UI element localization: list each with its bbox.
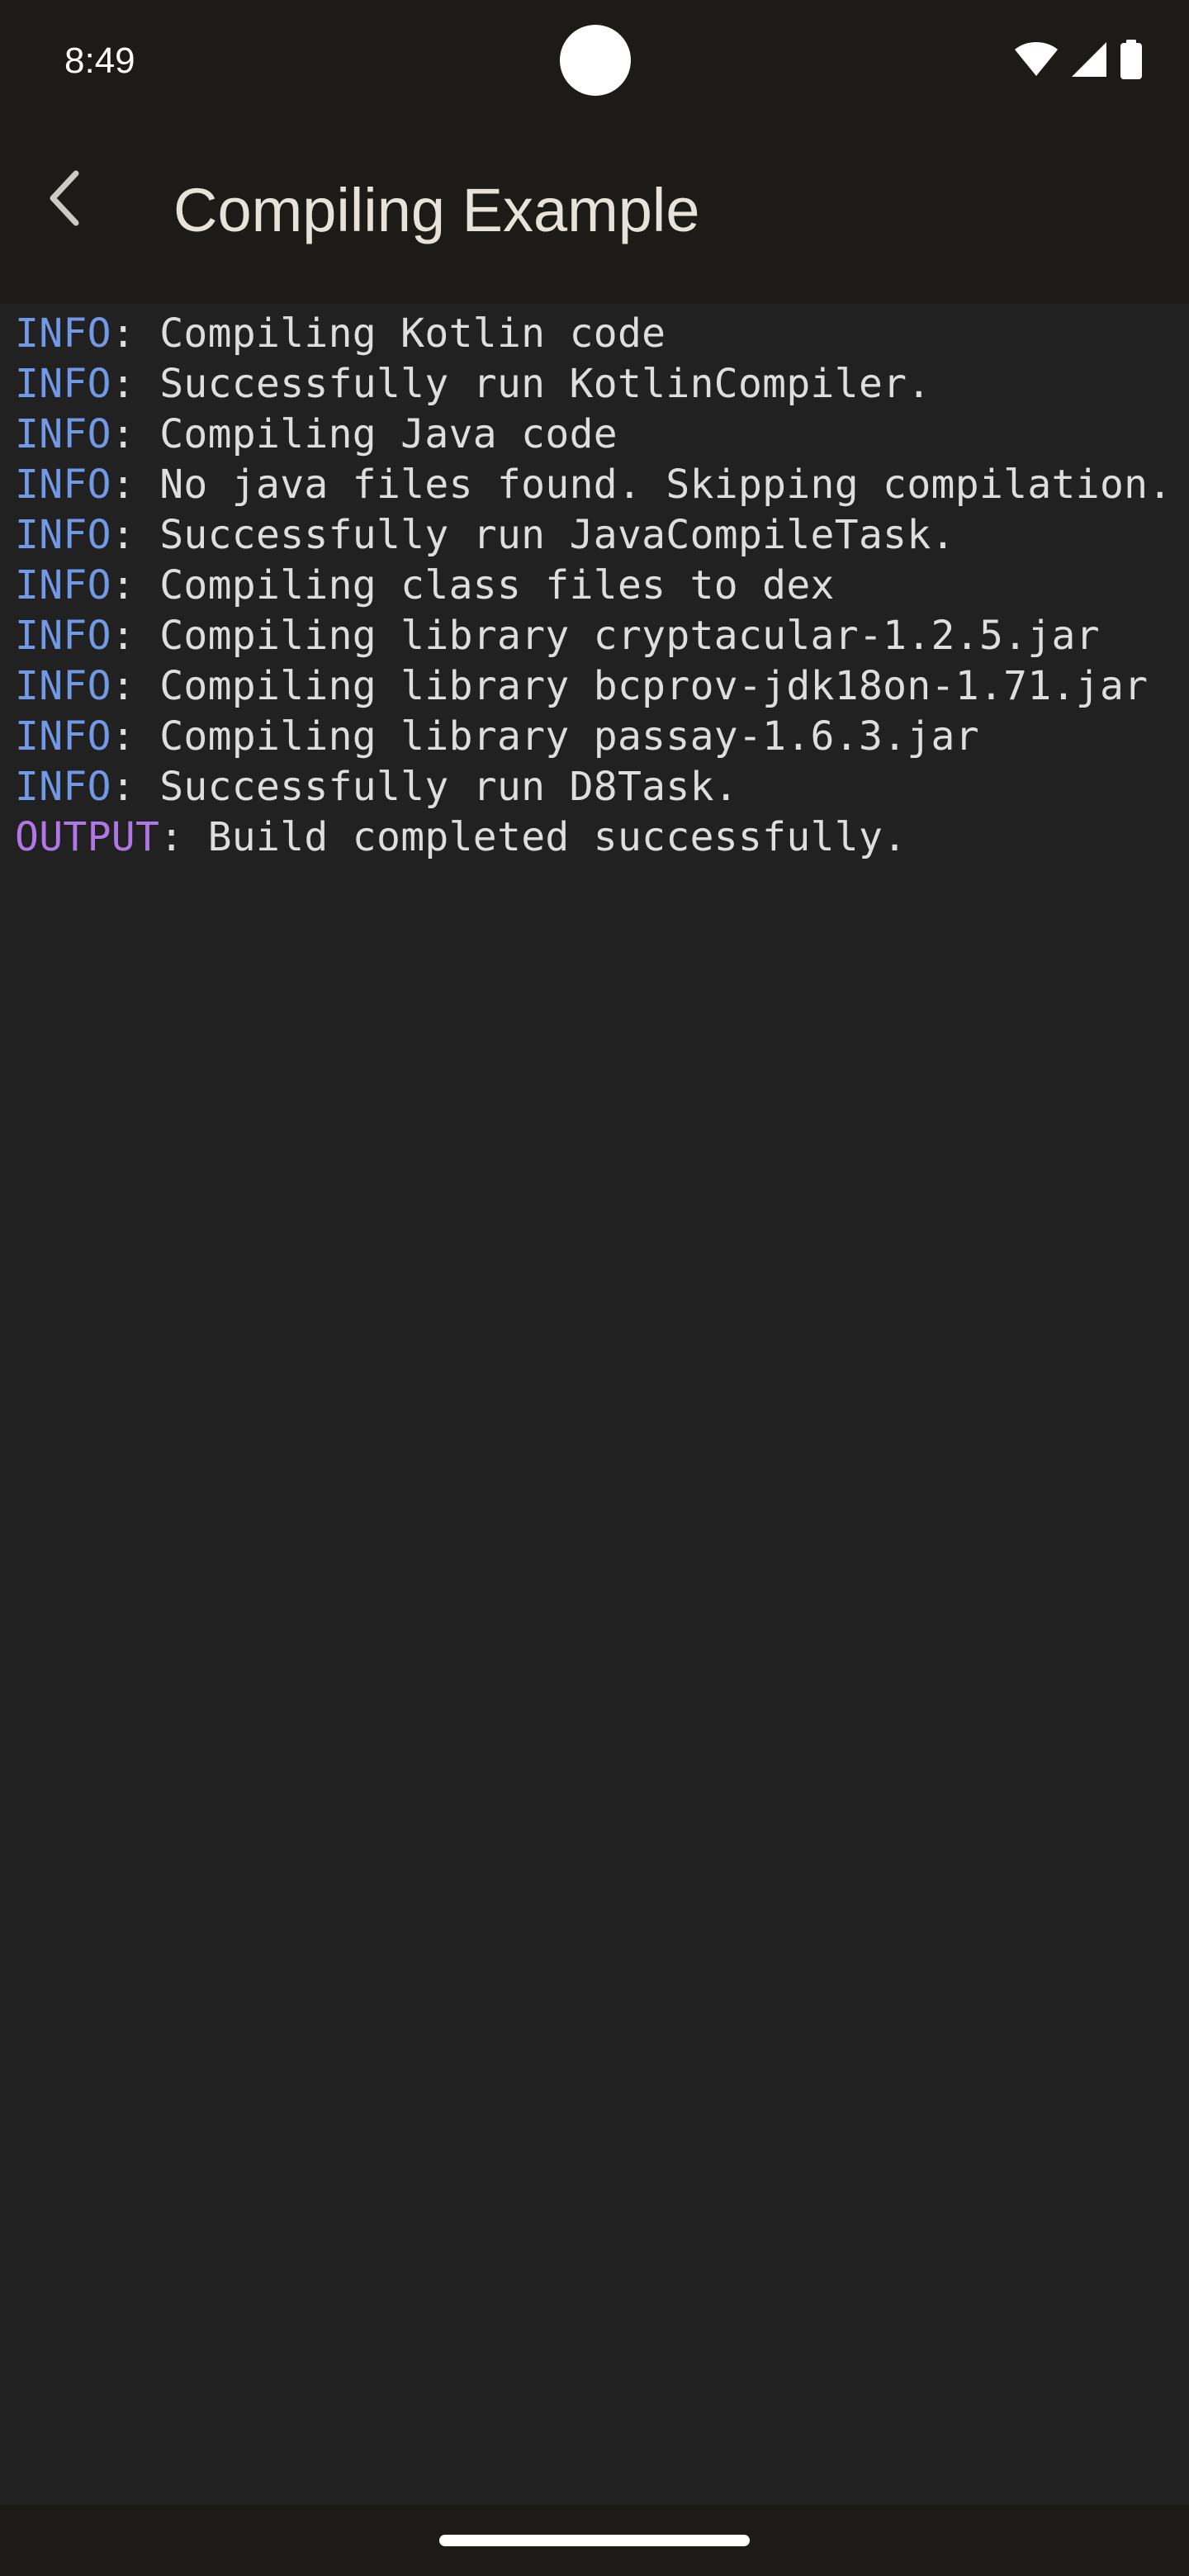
- log-level-label: OUTPUT: [15, 814, 160, 860]
- status-bar: 8:49: [0, 0, 1189, 124]
- log-level-label: INFO: [15, 512, 111, 558]
- log-line: INFO: Compiling Java code: [15, 410, 1172, 460]
- camera-cutout: [560, 25, 631, 96]
- log-line: INFO: Compiling class files to dex: [15, 561, 1172, 611]
- log-message: Compiling Java code: [159, 411, 618, 457]
- app-bar: Compiling Example: [0, 124, 1189, 304]
- log-message: Compiling library bcprov-jdk18on-1.71.ja…: [159, 663, 1149, 709]
- log-separator: :: [111, 713, 160, 760]
- log-separator: :: [111, 512, 160, 558]
- console-output[interactable]: INFO: Compiling Kotlin code INFO: Success…: [0, 304, 1189, 2505]
- page-title: Compiling Example: [173, 176, 700, 244]
- log-message: Compiling class files to dex: [159, 562, 835, 608]
- wifi-icon: [1014, 41, 1059, 78]
- log-level-label: INFO: [15, 764, 111, 810]
- log-message: Successfully run D8Task.: [159, 764, 738, 810]
- log-level-label: INFO: [15, 663, 111, 709]
- log-separator: :: [111, 310, 160, 357]
- log-message: Build completed successfully.: [207, 814, 907, 860]
- log-level-label: INFO: [15, 361, 111, 407]
- log-line: OUTPUT: Build completed successfully.: [15, 812, 1172, 863]
- arrow-back-icon: [45, 168, 84, 231]
- log-separator: :: [111, 361, 160, 407]
- log-message: Compiling library passay-1.6.3.jar: [159, 713, 979, 760]
- log-line: INFO: Successfully run KotlinCompiler.: [15, 359, 1172, 410]
- log-level-label: INFO: [15, 713, 111, 760]
- log-separator: :: [111, 613, 160, 659]
- log-separator: :: [111, 411, 160, 457]
- log-level-label: INFO: [15, 411, 111, 457]
- log-separator: :: [111, 562, 160, 608]
- log-separator: :: [111, 663, 160, 709]
- log-level-label: INFO: [15, 613, 111, 659]
- log-message: Successfully run KotlinCompiler.: [159, 361, 931, 407]
- log-line: INFO: Compiling library cryptacular-1.2.…: [15, 611, 1172, 661]
- log-separator: :: [159, 814, 208, 860]
- home-indicator[interactable]: [439, 2535, 750, 2546]
- log-list: INFO: Compiling Kotlin code INFO: Success…: [15, 309, 1172, 863]
- back-button[interactable]: [30, 165, 99, 234]
- log-level-label: INFO: [15, 462, 111, 508]
- log-separator: :: [111, 462, 160, 508]
- log-message: Successfully run JavaCompileTask.: [159, 512, 955, 558]
- log-level-label: INFO: [15, 310, 111, 357]
- log-line: INFO: No java files found. Skipping comp…: [15, 460, 1172, 510]
- log-line: INFO: Compiling library passay-1.6.3.jar: [15, 712, 1172, 762]
- gesture-nav-area: [0, 2505, 1189, 2576]
- log-line: INFO: Successfully run JavaCompileTask.: [15, 510, 1172, 561]
- phone-screen: 8:49 Compiling Example INFO: Compiling K…: [0, 0, 1189, 2576]
- log-line: INFO: Compiling library bcprov-jdk18on-1…: [15, 661, 1172, 712]
- signal-icon: [1070, 41, 1108, 78]
- log-separator: :: [111, 764, 160, 810]
- log-level-label: INFO: [15, 562, 111, 608]
- log-line: INFO: Successfully run D8Task.: [15, 762, 1172, 812]
- log-message: Compiling Kotlin code: [159, 310, 666, 357]
- log-line: INFO: Compiling Kotlin code: [15, 309, 1172, 359]
- status-icons: [1014, 38, 1143, 81]
- status-time: 8:49: [64, 40, 135, 81]
- log-message: No java files found. Skipping compilatio…: [159, 462, 1172, 508]
- log-message: Compiling library cryptacular-1.2.5.jar: [159, 613, 1100, 659]
- battery-icon: [1120, 40, 1143, 79]
